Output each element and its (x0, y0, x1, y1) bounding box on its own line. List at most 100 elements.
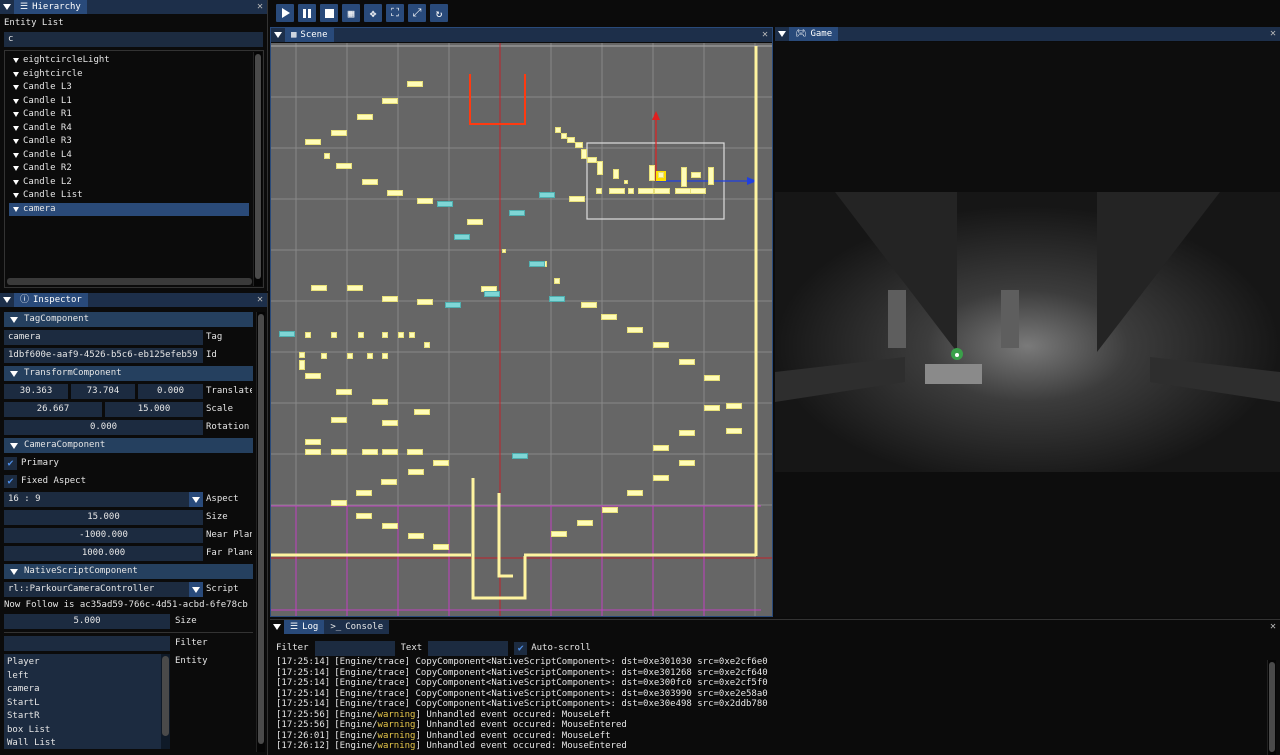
log-scrollbar[interactable] (1267, 660, 1276, 755)
tree-item[interactable]: Candle R2 (9, 162, 249, 176)
far-plane-input[interactable]: 1000.000 (4, 546, 203, 561)
scene-platform[interactable] (299, 360, 305, 370)
collapse-icon[interactable] (273, 624, 281, 630)
scene-platform[interactable] (624, 180, 628, 184)
scene-platform[interactable] (704, 375, 720, 381)
scene-platform[interactable] (305, 439, 321, 445)
scene-platform[interactable] (414, 409, 430, 415)
near-plane-input[interactable]: -1000.000 (4, 528, 203, 543)
entity-list-item[interactable]: StartR (7, 710, 167, 724)
scene-platform[interactable] (382, 98, 398, 104)
refresh-button[interactable]: ↻ (430, 4, 448, 22)
hierarchy-tab[interactable]: ☰ Hierarchy (14, 0, 87, 14)
scene-candle[interactable] (454, 234, 470, 240)
entity-list-item[interactable]: Wall List (7, 737, 167, 749)
scene-platform[interactable] (407, 81, 423, 87)
scene-platform[interactable] (382, 332, 388, 338)
tree-item[interactable]: Candle R3 (9, 135, 249, 149)
scene-platform[interactable] (653, 445, 669, 451)
scene-platform[interactable] (311, 285, 327, 291)
primary-checkbox[interactable]: ✔ (4, 457, 17, 470)
scene-candle[interactable] (445, 302, 461, 308)
scene-platform[interactable] (424, 342, 430, 348)
scene-candle[interactable] (279, 331, 295, 337)
scene-platform[interactable] (305, 449, 321, 455)
entity-list-item[interactable]: StartL (7, 697, 167, 711)
entity-list-item[interactable]: camera (7, 683, 167, 697)
entity-list-item[interactable]: left (7, 670, 167, 684)
tag-component-header[interactable]: TagComponent (4, 312, 253, 327)
stop-button[interactable] (320, 4, 338, 22)
translate-y-input[interactable]: 73.704 (71, 384, 135, 399)
scene-platform[interactable] (567, 137, 575, 143)
scene-platform[interactable] (382, 523, 398, 529)
scene-platform[interactable] (628, 188, 634, 194)
scene-platform[interactable] (409, 332, 415, 338)
entity-list-scrollbar[interactable] (161, 654, 170, 749)
entity-filter-input[interactable] (4, 636, 170, 651)
scene-platform[interactable] (299, 352, 305, 358)
scene-platform[interactable] (408, 469, 424, 475)
scene-platform[interactable] (321, 353, 327, 359)
scene-platform[interactable] (675, 188, 691, 194)
scene-platform[interactable] (356, 513, 372, 519)
scene-platform[interactable] (601, 314, 617, 320)
pause-button[interactable] (298, 4, 316, 22)
fullscreen-button[interactable]: ⤢ (408, 4, 426, 22)
scene-platform[interactable] (408, 533, 424, 539)
hierarchy-search-input[interactable]: c (4, 32, 263, 47)
scene-candle[interactable] (484, 291, 500, 297)
log-tab[interactable]: ☰ Log (284, 620, 325, 634)
scene-platform[interactable] (336, 163, 352, 169)
close-icon[interactable]: ✕ (1270, 27, 1276, 41)
id-input[interactable]: 1dbf600e-aaf9-4526-b5c6-eb125efeb59 (4, 348, 203, 363)
tree-item[interactable]: Candle L1 (9, 95, 249, 109)
translate-x-input[interactable]: 30.363 (4, 384, 68, 399)
scene-platform[interactable] (362, 179, 378, 185)
scene-platform[interactable] (690, 188, 706, 194)
scene-platform[interactable] (417, 299, 433, 305)
scene-platform[interactable] (609, 188, 625, 194)
scene-viewport[interactable] (271, 43, 772, 616)
scene-candle[interactable] (549, 296, 565, 302)
entity-list-item[interactable]: Player (7, 656, 167, 670)
tree-item[interactable]: Candle List (9, 189, 249, 203)
scene-platform[interactable] (679, 359, 695, 365)
log-text-input[interactable] (428, 641, 509, 656)
scene-candle[interactable] (437, 201, 453, 207)
collapse-icon[interactable] (3, 297, 11, 303)
tree-item[interactable]: eightcircle (9, 68, 249, 82)
scene-platform[interactable] (358, 332, 364, 338)
auto-scroll-checkbox[interactable]: ✔ (514, 642, 528, 655)
hierarchy-hscrollbar[interactable] (7, 278, 252, 285)
scene-platform[interactable] (597, 161, 603, 175)
scene-platform[interactable] (602, 507, 618, 513)
entity-list-item[interactable]: box List (7, 724, 167, 738)
game-viewport[interactable] (775, 42, 1280, 617)
scene-platform[interactable] (356, 490, 372, 496)
scene-platform[interactable] (638, 188, 654, 194)
scene-platform[interactable] (704, 405, 720, 411)
scene-platform[interactable] (649, 165, 655, 181)
scene-platform[interactable] (467, 219, 483, 225)
tree-item[interactable]: Candle L3 (9, 81, 249, 95)
size-input[interactable]: 15.000 (4, 510, 203, 525)
scene-platform[interactable] (347, 353, 353, 359)
scene-platform[interactable] (331, 500, 347, 506)
scene-platform[interactable] (726, 403, 742, 409)
scene-platform[interactable] (596, 188, 602, 194)
scene-platform[interactable] (679, 430, 695, 436)
scene-platform[interactable] (367, 353, 373, 359)
scene-platform[interactable] (654, 188, 670, 194)
grid-button[interactable]: ▦ (342, 4, 360, 22)
scale-y-input[interactable]: 15.000 (105, 402, 203, 417)
scene-platform[interactable] (331, 417, 347, 423)
scene-platform[interactable] (551, 531, 567, 537)
scene-platform[interactable] (679, 460, 695, 466)
scene-platform[interactable] (382, 296, 398, 302)
scene-platform[interactable] (681, 167, 687, 187)
inspector-scrollbar[interactable] (256, 312, 265, 752)
scene-candle[interactable] (512, 453, 528, 459)
scene-platform[interactable] (653, 342, 669, 348)
transform-component-header[interactable]: TransformComponent (4, 366, 253, 381)
